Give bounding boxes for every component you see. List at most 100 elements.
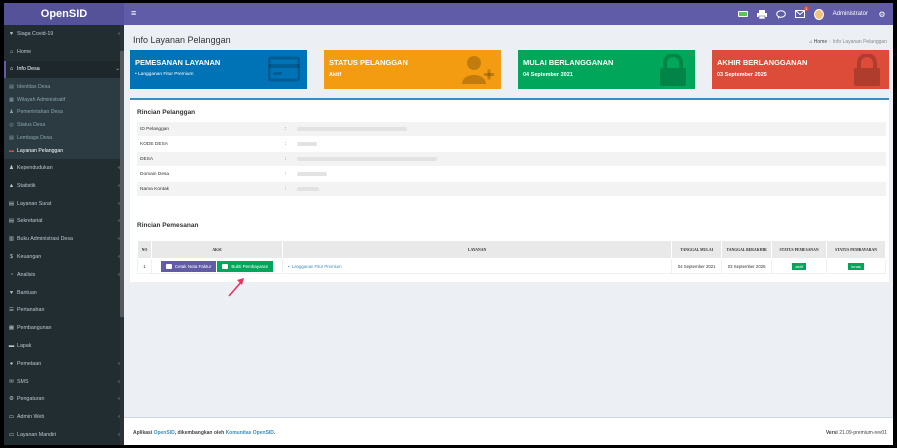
- detail-label: ID Pelanggan: [140, 126, 170, 132]
- print-invoice-button[interactable]: Cetak Nota Faktur: [160, 260, 217, 272]
- info-box-value: Aktif: [329, 72, 342, 78]
- sidebar-item-label: Pemetaan: [17, 360, 42, 367]
- footer-credit: Aplikasi OpenSID, dikembangkan oleh Komu…: [133, 430, 275, 436]
- redacted-value: [297, 142, 317, 146]
- row-start-date: 04 September 2021: [671, 258, 723, 274]
- battery-icon[interactable]: [737, 9, 748, 19]
- menu-icon: ▥: [8, 236, 15, 243]
- sidebar-item-info-desa[interactable]: ⌂ Info Desa ⌄: [4, 60, 124, 79]
- print-invoice-label: Cetak Nota Faktur: [174, 263, 212, 269]
- sidebar-item-lapak[interactable]: ▬ Lapak: [4, 337, 124, 355]
- sidebar-toggle-button[interactable]: ≡: [131, 8, 136, 19]
- sidebar-item-kependudukan[interactable]: ♟Kependudukan‹: [4, 159, 124, 177]
- sidebar-item-keuangan[interactable]: $Keuangan‹: [4, 248, 124, 266]
- sidebar-item-label: Layanan Pelanggan: [17, 147, 64, 154]
- breadcrumb-separator: ›: [829, 39, 831, 45]
- sidebar-item-analisis[interactable]: ◔Analisis‹: [4, 266, 124, 284]
- gear-icon[interactable]: ⚙: [877, 9, 887, 19]
- footer-community-link[interactable]: Komunitas OpenSID: [226, 430, 274, 436]
- sidebar-item-layanan-mandiri[interactable]: ▭Layanan Mandiri‹: [4, 426, 124, 444]
- breadcrumb-current: Info Layanan Pelanggan: [832, 39, 887, 45]
- menu-icon: ♟: [9, 165, 14, 172]
- sidebar-item-pertanahan[interactable]: ☰ Pertanahan: [4, 302, 124, 320]
- heart-icon: ♥: [9, 30, 14, 37]
- app-logo[interactable]: OpenSID: [4, 3, 124, 25]
- credit-card-icon: [268, 56, 300, 82]
- sidebar-subitem-lembaga-desa[interactable]: ▤ Lembaga Desa: [4, 132, 124, 145]
- sidebar-item-bantuan[interactable]: ♥ Bantuan: [4, 284, 124, 302]
- sidebar-item-buku-administrasi-desa[interactable]: ▥Buku Administrasi Desa‹: [4, 230, 124, 248]
- inbox-icon[interactable]: 1: [794, 6, 809, 19]
- sidebar-item-home[interactable]: ⌂ Home: [4, 43, 124, 61]
- detail-label: Nama Kontak: [140, 186, 170, 192]
- col-header: TANGGAL MULAI: [671, 240, 723, 259]
- detail-colon: :: [285, 156, 287, 162]
- sidebar-item-label: Keuangan: [17, 254, 42, 261]
- detail-panel: Rincian Pelanggan ID Pelanggan: KODE DESA…: [130, 98, 889, 297]
- sidebar-item-sms[interactable]: ✉SMS‹: [4, 373, 124, 391]
- menu-icon: ▬: [8, 343, 15, 350]
- sidebar-item-pembangunan[interactable]: ▦ Pembangunan: [4, 319, 124, 337]
- redacted-value: [297, 157, 437, 161]
- row-number: 1: [137, 258, 152, 274]
- notification-badge: 1: [804, 6, 809, 11]
- sidebar-item-pemetaan[interactable]: ●Pemetaan‹: [4, 355, 124, 373]
- menu-icon: ☰: [9, 307, 14, 314]
- chat-icon[interactable]: [775, 9, 786, 19]
- submenu-icon: ▤: [9, 134, 14, 141]
- col-header: NO: [137, 240, 152, 259]
- info-boxes: PEMESANAN LAYANAN • Langganan Fitur Prem…: [130, 50, 889, 89]
- col-header: STATUS PEMBAYARAN: [826, 240, 886, 259]
- sidebar-subitem-wilayah-administratif[interactable]: ▦ Wilayah Administratif: [4, 93, 124, 106]
- order-table-header: NO AKSI LAYANAN TANGGAL MULAI TANGGAL BE…: [137, 240, 886, 259]
- sidebar-item-admin-web[interactable]: ▭Admin Web‹: [4, 408, 124, 426]
- sidebar-item-label: Pemerintahan Desa: [17, 109, 63, 116]
- sidebar-item-label: Bantuan: [17, 289, 37, 296]
- detail-colon: :: [285, 126, 287, 132]
- layanan-link[interactable]: Langganan Fitur Premium: [292, 264, 342, 269]
- sidebar-subitem-layanan-pelanggan[interactable]: ▬ Layanan Pelanggan: [4, 144, 124, 157]
- app-window: OpenSID ≡ 1 Administrator ⚙ ♥ Siaga Covid…: [4, 3, 893, 445]
- sidebar-item-label: Admin Web: [17, 414, 45, 421]
- sidebar-item-sekretariat[interactable]: ▤Sekretariat‹: [4, 213, 124, 231]
- sidebar-item-label: Info Desa: [17, 66, 40, 73]
- printer-icon[interactable]: [756, 9, 767, 19]
- sidebar-subitem-pemerintahan-desa[interactable]: ♟ Pemerintahan Desa: [4, 106, 124, 119]
- version-value: 21.09-premium-rev01: [839, 430, 887, 436]
- detail-label: DESA: [140, 156, 154, 162]
- lock-icon: [854, 54, 880, 86]
- print-icon: [165, 263, 172, 269]
- detail-row: Domain Desa:: [137, 167, 886, 182]
- footer-suffix: .: [273, 430, 276, 436]
- sidebar-item-pengaturan[interactable]: ⚙Pengaturan‹: [4, 391, 124, 409]
- col-header: TANGGAL BERAKHIR: [721, 240, 773, 259]
- row-payment-status: lunas: [826, 258, 886, 274]
- detail-row: Nama Kontak:: [137, 182, 886, 197]
- info-box-title: STATUS PELANGGAN: [329, 58, 408, 67]
- sidebar-item-layanan-surat[interactable]: ▤Layanan Surat‹: [4, 195, 124, 213]
- payment-proof-button[interactable]: Bukti Pembayaran: [217, 260, 274, 272]
- sidebar-submenu: ▤ Identitas Desa ▦ Wilayah Administratif ♟ Pe…: [4, 78, 124, 160]
- footer-app-link[interactable]: OpenSID: [154, 430, 175, 436]
- sidebar: ♥Siaga Covid-19‹⌂Home⌂Info Desa⌄ ▤Identi…: [4, 25, 124, 445]
- submenu-icon: ♟: [9, 109, 14, 116]
- section-title-pemesanan: Rincian Pemesanan: [137, 222, 199, 229]
- menu-icon: ◔: [9, 271, 14, 278]
- sidebar-item-label: Siaga Covid-19: [17, 30, 54, 37]
- redacted-value: [297, 187, 319, 191]
- sidebar-item-label: SMS: [17, 378, 29, 385]
- sidebar-item-label: Sekretariat: [17, 218, 43, 225]
- avatar[interactable]: [813, 8, 824, 20]
- lock-open-icon: [660, 54, 686, 86]
- admin-name[interactable]: Administrator: [833, 11, 868, 17]
- sidebar-item-statistik[interactable]: ▲Statistik‹: [4, 177, 124, 195]
- sidebar-item-label: Analisis: [17, 271, 36, 278]
- payment-proof-label: Bukti Pembayaran: [231, 263, 269, 269]
- sidebar-subitem-identitas-desa[interactable]: ▤ Identitas Desa: [4, 80, 124, 93]
- row-order-status: aktif: [771, 258, 828, 274]
- breadcrumb-home[interactable]: Home: [814, 39, 827, 45]
- sidebar-item-siaga-covid-19[interactable]: ♥Siaga Covid-19‹: [4, 25, 124, 43]
- breadcrumb: ⌂ Home › Info Layanan Pelanggan: [809, 39, 887, 45]
- version-label: Versi: [825, 430, 838, 436]
- sidebar-subitem-status-desa[interactable]: ◎ Status Desa: [4, 119, 124, 132]
